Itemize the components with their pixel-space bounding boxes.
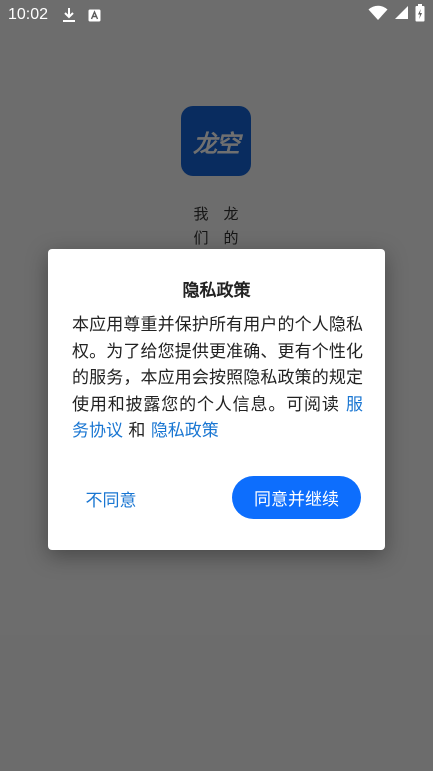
download-icon (62, 7, 76, 23)
a-notification-icon (88, 9, 101, 22)
agree-continue-button[interactable]: 同意并继续 (232, 476, 361, 519)
dialog-body: 本应用尊重并保护所有用户的个人隐私权。为了给您提供更准确、更有个性化的服务，本应… (72, 312, 363, 445)
signal-icon (394, 5, 409, 25)
dialog-body-text: 本应用尊重并保护所有用户的个人隐私权。为了给您提供更准确、更有个性化的服务，本应… (72, 315, 363, 415)
privacy-policy-link[interactable]: 隐私政策 (151, 421, 219, 441)
wifi-icon (368, 5, 388, 26)
battery-icon (415, 3, 425, 27)
status-bar: 10:02 (0, 0, 433, 30)
dialog-title: 隐私政策 (182, 281, 251, 301)
disagree-button[interactable]: 不同意 (72, 477, 150, 519)
privacy-policy-dialog: 隐私政策 本应用尊重并保护所有用户的个人隐私权。为了给您提供更准确、更有个性化的… (48, 249, 385, 550)
status-time: 10:02 (8, 6, 49, 23)
conjunction-text: 和 (123, 421, 151, 441)
